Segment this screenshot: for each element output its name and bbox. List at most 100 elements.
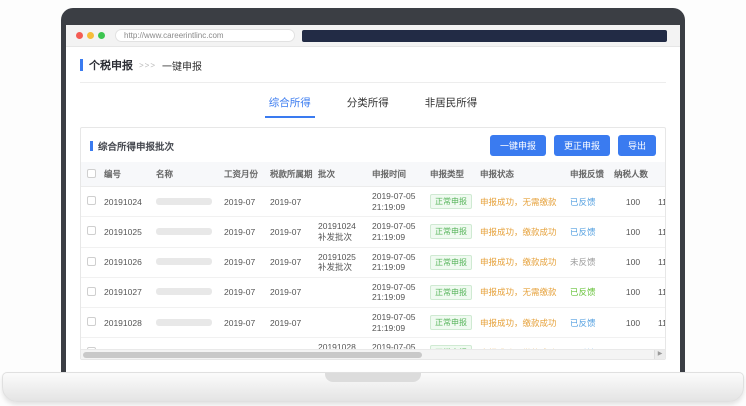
cell-name [153, 308, 221, 338]
cell-id: 20191028 [101, 308, 153, 338]
cell-declare-status: 申报成功，无需缴款 [477, 277, 567, 307]
select-all-checkbox[interactable] [87, 169, 96, 178]
cell-taxpayer-count: 100 [611, 187, 655, 217]
cell-clipped: 11 [655, 247, 665, 277]
cell-tax-period: 2019-07 [267, 338, 315, 349]
column-header: 申报反馈 [567, 162, 611, 187]
cell-salary-month: 2019-07 [221, 217, 267, 247]
cell-clipped: 11 [655, 338, 665, 349]
cell-id: 20191024 [101, 187, 153, 217]
laptop-base-notch [325, 373, 421, 382]
address-bar[interactable]: http://www.careerintlinc.com [115, 29, 295, 42]
redacted-name [156, 319, 212, 326]
horizontal-scrollbar[interactable]: ▶ [81, 349, 665, 359]
table-row[interactable]: 20191028 2019-07 2019-07 2019-07-05 21:1… [81, 308, 665, 338]
browser-window: http://www.careerintlinc.com 个税申报 >>> 一键… [66, 25, 680, 374]
cell-batch: 20191028 补发批次 [315, 338, 369, 349]
cell-taxpayer-count: 100 [611, 277, 655, 307]
declare-type-badge: 正常申报 [430, 194, 472, 209]
cell-feedback: 已反馈 [567, 338, 611, 349]
batch-panel-header: 综合所得申报批次 一键申报 更正申报 导出 [81, 128, 665, 162]
tab-classified-income[interactable]: 分类所得 [343, 95, 393, 118]
redacted-name [156, 288, 212, 295]
cell-declare-time: 2019-07-05 21:19:09 [369, 187, 427, 217]
declare-type-badge: 正常申报 [430, 285, 472, 300]
export-button[interactable]: 导出 [618, 135, 656, 156]
cell-clipped: 11 [655, 277, 665, 307]
row-checkbox[interactable] [87, 317, 96, 326]
cell-select [81, 187, 101, 217]
cell-salary-month: 2019-07 [221, 308, 267, 338]
column-header: 申报时间 [369, 162, 427, 187]
table-header-row: 编号名称工资月份税款所属期批次申报时间申报类型申报状态申报反馈纳税人数 [81, 162, 665, 187]
cell-declare-status: 申报成功，缴款成功 [477, 247, 567, 277]
batch-table: 编号名称工资月份税款所属期批次申报时间申报类型申报状态申报反馈纳税人数 2019… [81, 162, 665, 349]
cell-declare-time: 2019-07-05 21:19:09 [369, 247, 427, 277]
panel-title: 综合所得申报批次 [98, 139, 174, 153]
cell-tax-period: 2019-07 [267, 308, 315, 338]
maximize-window-icon[interactable] [98, 32, 105, 39]
redacted-name [156, 258, 212, 265]
table-row[interactable]: 20191025 2019-07 2019-07 20191024 补发批次 2… [81, 217, 665, 247]
page-subtitle: 一键申报 [162, 58, 202, 73]
cell-salary-month: 2019-07 [221, 338, 267, 349]
batch-panel-title-wrap: 综合所得申报批次 [90, 139, 482, 153]
cell-taxpayer-count: 100 [611, 247, 655, 277]
scroll-right-arrow-icon[interactable]: ▶ [654, 350, 665, 359]
column-header: 税款所属期 [267, 162, 315, 187]
tab-nonresident-income[interactable]: 非居民所得 [421, 95, 482, 118]
tab-comprehensive-income[interactable]: 综合所得 [265, 95, 315, 118]
table-row[interactable]: 20191026 2019-07 2019-07 20191025 补发批次 2… [81, 247, 665, 277]
column-header: 工资月份 [221, 162, 267, 187]
cell-declare-time: 2019-07-05 21:19:09 [369, 308, 427, 338]
cell-name [153, 217, 221, 247]
table-body: 20191024 2019-07 2019-07 2019-07-05 21:1… [81, 187, 665, 350]
minimize-window-icon[interactable] [87, 32, 94, 39]
laptop-mockup: http://www.careerintlinc.com 个税申报 >>> 一键… [0, 0, 746, 406]
cell-batch [315, 277, 369, 307]
cell-feedback: 已反馈 [567, 308, 611, 338]
cell-batch [315, 187, 369, 217]
cell-salary-month: 2019-07 [221, 187, 267, 217]
row-checkbox[interactable] [87, 287, 96, 296]
table-row[interactable]: 20191029 2019-07 2019-07 20191028 补发批次 2… [81, 338, 665, 349]
cell-clipped: 11 [655, 187, 665, 217]
close-window-icon[interactable] [76, 32, 83, 39]
cell-declare-type: 正常申报 [427, 338, 477, 349]
cell-batch: 20191024 补发批次 [315, 217, 369, 247]
cell-taxpayer-count: 100 [611, 338, 655, 349]
table-row[interactable]: 20191024 2019-07 2019-07 2019-07-05 21:1… [81, 187, 665, 217]
one-click-declare-button[interactable]: 一键申报 [490, 135, 546, 156]
tax-declaration-page: 个税申报 >>> 一键申报 综合所得 分类所得 非居民所得 综合所得申报批次 [66, 47, 680, 374]
cell-declare-type: 正常申报 [427, 217, 477, 247]
row-checkbox[interactable] [87, 257, 96, 266]
row-checkbox[interactable] [87, 226, 96, 235]
horizontal-scrollbar-thumb[interactable] [83, 352, 422, 358]
row-checkbox[interactable] [87, 196, 96, 205]
cell-feedback: 已反馈 [567, 187, 611, 217]
batch-panel: 综合所得申报批次 一键申报 更正申报 导出 [80, 127, 666, 360]
cell-declare-status: 申报成功，缴款成功 [477, 217, 567, 247]
redacted-name [156, 198, 212, 205]
table-row[interactable]: 20191027 2019-07 2019-07 2019-07-05 21:1… [81, 277, 665, 307]
batch-table-wrap: 编号名称工资月份税款所属期批次申报时间申报类型申报状态申报反馈纳税人数 2019… [81, 162, 665, 349]
cell-salary-month: 2019-07 [221, 277, 267, 307]
cell-name [153, 277, 221, 307]
redacted-name [156, 228, 212, 235]
correct-declare-button[interactable]: 更正申报 [554, 135, 610, 156]
cell-select [81, 338, 101, 349]
cell-declare-time: 2019-07-05 21:19:09 [369, 217, 427, 247]
declare-type-badge: 正常申报 [430, 255, 472, 270]
cell-name [153, 338, 221, 349]
cell-tax-period: 2019-07 [267, 217, 315, 247]
cell-salary-month: 2019-07 [221, 247, 267, 277]
panel-accent-bar [90, 141, 93, 151]
cell-declare-status: 申报成功，缴款成功 [477, 308, 567, 338]
cell-id: 20191025 [101, 217, 153, 247]
income-type-tabs: 综合所得 分类所得 非居民所得 [80, 95, 666, 118]
cell-declare-type: 正常申报 [427, 247, 477, 277]
cell-tax-period: 2019-07 [267, 187, 315, 217]
cell-batch: 20191025 补发批次 [315, 247, 369, 277]
declare-type-badge: 正常申报 [430, 224, 472, 239]
column-header: 批次 [315, 162, 369, 187]
